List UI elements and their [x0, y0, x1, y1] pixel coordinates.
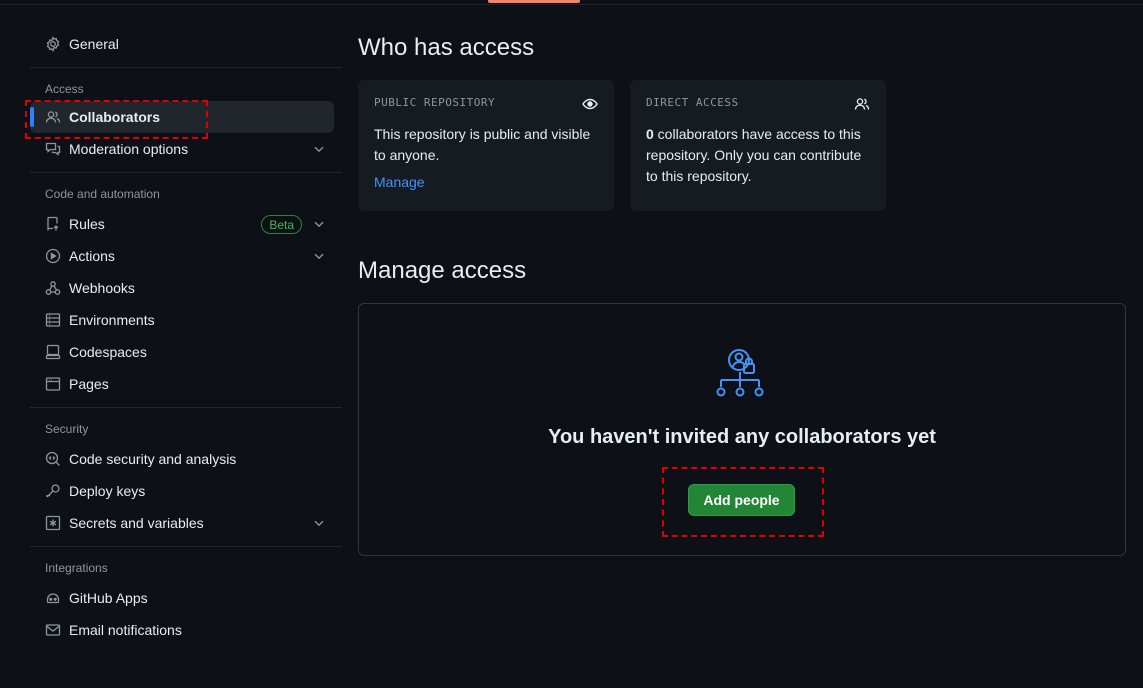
active-tab-underline — [488, 0, 580, 3]
card-body: 0 collaborators have access to this repo… — [646, 124, 870, 187]
sidebar-item-label: Webhooks — [69, 280, 135, 296]
key-icon — [45, 483, 61, 499]
gear-icon — [45, 36, 61, 52]
chevron-down-icon[interactable] — [312, 142, 326, 156]
manage-access-title: Manage access — [358, 257, 527, 284]
sidebar-item-email-notifications[interactable]: Email notifications — [30, 614, 342, 646]
sidebar-item-label: Secrets and variables — [69, 515, 204, 531]
play-icon — [45, 248, 61, 264]
sidebar-item-actions[interactable]: Actions — [30, 240, 342, 272]
sidebar-item-webhooks[interactable]: Webhooks — [30, 272, 342, 304]
eye-icon — [582, 98, 598, 110]
annotation-highlight-collaborators — [25, 100, 208, 139]
sidebar-item-label: Rules — [69, 216, 105, 232]
top-border — [0, 0, 1143, 5]
sidebar-item-label: Email notifications — [69, 622, 182, 638]
card-body: This repository is public and visible to… — [374, 126, 591, 163]
card-kicker: PUBLIC REPOSITORY — [374, 96, 496, 109]
direct-access-card: DIRECT ACCESS 0 collaborators have acces… — [630, 80, 886, 211]
mail-icon — [45, 622, 61, 638]
sidebar-item-label: Code security and analysis — [69, 451, 237, 467]
sidebar-item-secrets-variables[interactable]: Secrets and variables — [30, 507, 342, 539]
sidebar-item-label: General — [69, 36, 119, 52]
sidebar-item-label: GitHub Apps — [69, 590, 148, 606]
comment-discussion-icon — [45, 141, 61, 157]
asterisk-icon — [45, 515, 61, 531]
public-repository-card: PUBLIC REPOSITORY This repository is pub… — [358, 80, 614, 211]
card-kicker: DIRECT ACCESS — [646, 96, 739, 109]
sidebar-item-deploy-keys[interactable]: Deploy keys — [30, 475, 342, 507]
sidebar-item-pages[interactable]: Pages — [30, 368, 342, 400]
group-title-access: Access — [45, 81, 84, 96]
codescan-icon — [45, 451, 61, 467]
sidebar-item-rules[interactable]: Rules Beta — [30, 208, 342, 240]
group-title-security: Security — [45, 421, 89, 436]
sidebar-item-general[interactable]: General — [30, 28, 342, 60]
sidebar-item-code-security[interactable]: Code security and analysis — [30, 443, 342, 475]
sidebar-item-label: Environments — [69, 312, 155, 328]
sidebar-item-environments[interactable]: Environments — [30, 304, 342, 336]
apps-icon — [45, 590, 61, 606]
group-title-integrations: Integrations — [45, 560, 108, 575]
divider — [30, 546, 342, 547]
webhook-icon — [45, 280, 61, 296]
org-lock-icon — [716, 349, 764, 397]
sidebar-item-label: Codespaces — [69, 344, 147, 360]
manage-link[interactable]: Manage — [374, 174, 425, 190]
sidebar-item-label: Moderation options — [69, 141, 189, 157]
annotation-highlight-add-people — [662, 467, 824, 537]
chevron-down-icon[interactable] — [312, 217, 326, 231]
card-body-text: collaborators have access to this reposi… — [646, 126, 862, 184]
sidebar-item-label: Actions — [69, 248, 115, 264]
empty-state-title: You haven't invited any collaborators ye… — [548, 426, 936, 448]
who-has-access-title: Who has access — [358, 34, 535, 61]
beta-badge: Beta — [261, 215, 302, 234]
codespaces-icon — [45, 344, 61, 360]
chevron-down-icon[interactable] — [312, 249, 326, 263]
server-icon — [45, 312, 61, 328]
divider — [30, 172, 342, 173]
sidebar-item-codespaces[interactable]: Codespaces — [30, 336, 342, 368]
sidebar-item-label: Deploy keys — [69, 483, 146, 499]
rules-icon — [45, 216, 61, 232]
people-icon — [854, 98, 870, 110]
collaborator-count: 0 — [646, 126, 654, 142]
chevron-down-icon[interactable] — [312, 516, 326, 530]
sidebar-item-github-apps[interactable]: GitHub Apps — [30, 582, 342, 614]
group-title-code-automation: Code and automation — [45, 186, 160, 201]
sidebar-item-label: Pages — [69, 376, 109, 392]
browser-icon — [45, 376, 61, 392]
divider — [30, 407, 342, 408]
divider — [30, 67, 342, 68]
